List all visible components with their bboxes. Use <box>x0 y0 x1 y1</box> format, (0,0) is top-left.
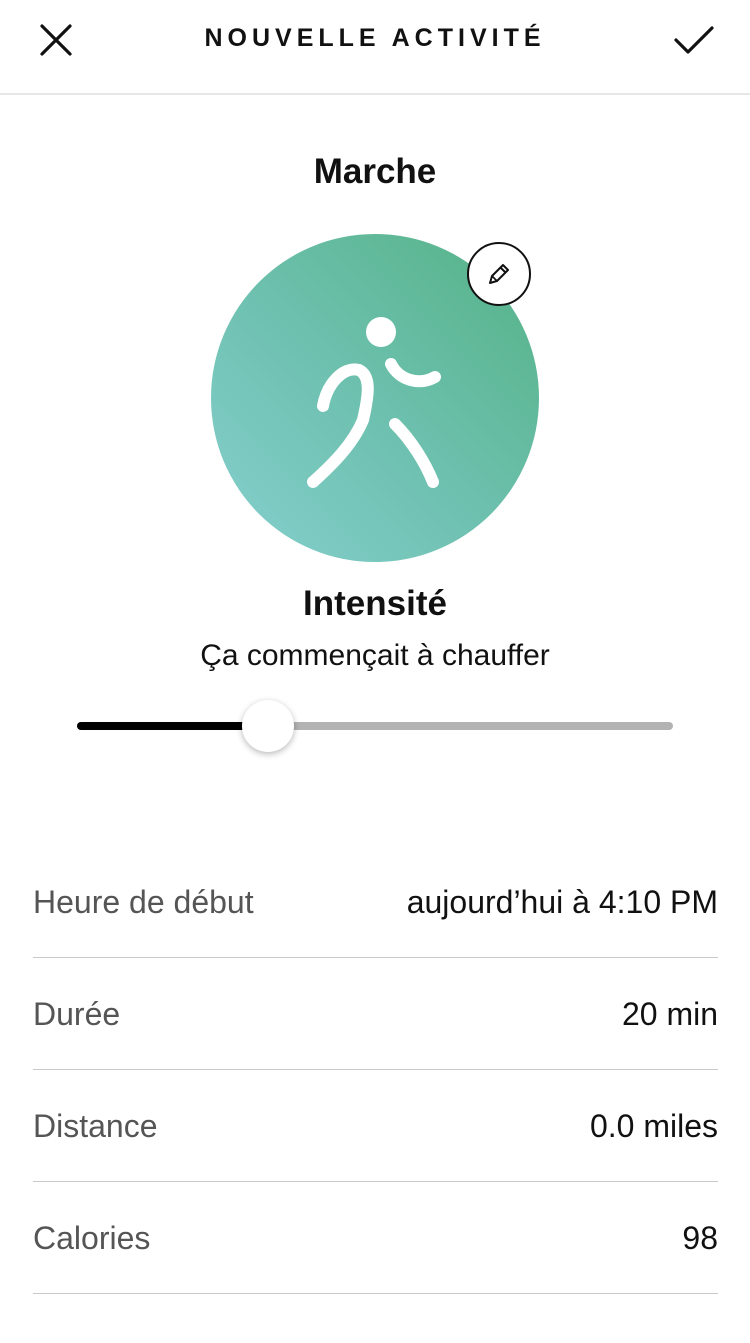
checkmark-icon <box>674 26 714 54</box>
details-list: Heure de début aujourd’hui à 4:10 PM Dur… <box>33 846 718 1294</box>
detail-row-duration[interactable]: Durée 20 min <box>33 958 718 1070</box>
detail-label: Calories <box>33 1220 151 1256</box>
detail-label: Durée <box>33 996 121 1032</box>
detail-row-start-time[interactable]: Heure de début aujourd’hui à 4:10 PM <box>33 846 718 958</box>
slider-thumb[interactable] <box>241 700 294 752</box>
detail-value: 0.0 miles <box>589 1108 718 1144</box>
intensity-label: Intensité <box>303 584 447 623</box>
detail-label: Distance <box>33 1108 158 1144</box>
top-bar: NOUVELLE ACTIVITÉ <box>0 0 750 95</box>
edit-activity-button[interactable] <box>467 242 531 306</box>
activity-name: Marche <box>313 152 437 191</box>
slider-fill <box>77 722 268 730</box>
detail-value: 20 min <box>621 996 718 1032</box>
detail-row-calories[interactable]: Calories 98 <box>33 1182 718 1294</box>
detail-value: 98 <box>682 1220 718 1256</box>
pencil-icon <box>489 264 509 284</box>
page-title: NOUVELLE ACTIVITÉ <box>204 24 546 52</box>
detail-value: aujourd’hui à 4:10 PM <box>406 884 718 920</box>
confirm-button[interactable] <box>668 14 720 66</box>
detail-row-distance[interactable]: Distance 0.0 miles <box>33 1070 718 1182</box>
detail-label: Heure de début <box>33 884 254 920</box>
intensity-value-text: Ça commençait à chauffer <box>200 639 550 672</box>
intensity-slider[interactable] <box>77 700 673 752</box>
